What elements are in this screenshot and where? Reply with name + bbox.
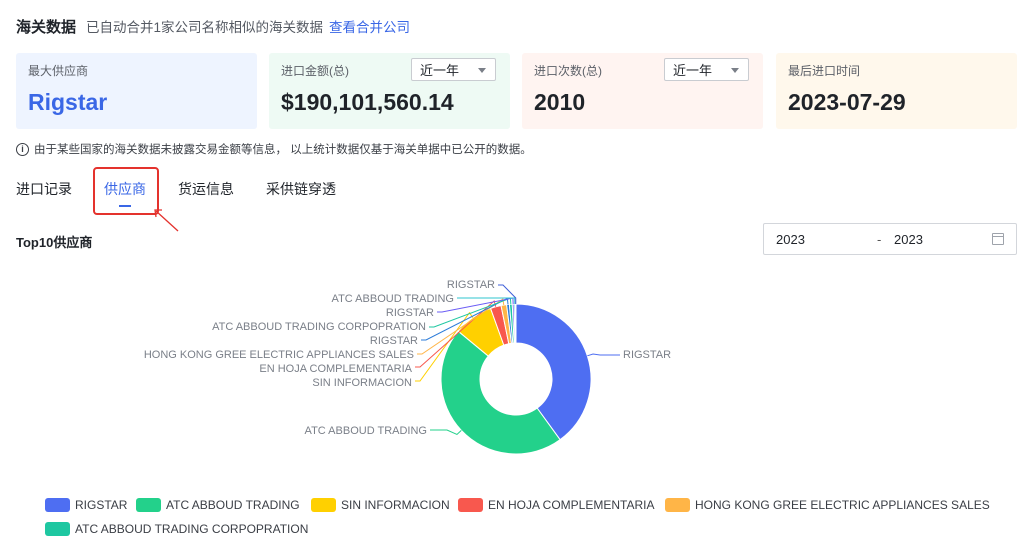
period-select[interactable]: 近一年 (411, 58, 496, 81)
date-range-start[interactable]: 2023 (776, 232, 805, 247)
slice-label: EN HOJA COMPLEMENTARIA (259, 363, 412, 375)
date-range-picker[interactable]: 2023 - 2023 (763, 223, 1017, 255)
tab-supply-chain[interactable]: 采供链穿透 (266, 179, 336, 199)
tab-import-records[interactable]: 进口记录 (16, 179, 72, 199)
stat-card-value: $190,101,560.14 (281, 89, 454, 115)
legend-label: EN HOJA COMPLEMENTARIA (488, 498, 655, 512)
legend-item[interactable]: ATC ABBOUD TRADING CORPOPRATION (45, 522, 308, 536)
stat-card-value: 2023-07-29 (788, 89, 906, 115)
slice-leader-line (587, 353, 620, 357)
stat-card-last-import-date: 最后进口时间 2023-07-29 (776, 53, 1017, 129)
caret-down-icon (478, 68, 486, 73)
legend-swatch (136, 498, 161, 512)
slice-label: ATC ABBOUD TRADING CORPOPRATION (212, 321, 426, 333)
notice-text: 由于某些国家的海关数据未披露交易金额等信息， 以上统计数据仅基于海关单据中已公开… (34, 144, 532, 156)
date-range-end[interactable]: 2023 (894, 232, 923, 247)
legend-swatch (311, 498, 336, 512)
slice-label: RIGSTAR (370, 335, 418, 347)
slice-label: ATC ABBOUD TRADING (332, 293, 454, 305)
merge-description: 已自动合并1家公司名称相似的海关数据 (86, 20, 324, 35)
stat-card-label: 最后进口时间 (788, 64, 861, 78)
caret-down-icon (731, 68, 739, 73)
annotation-arrow-icon (154, 209, 179, 232)
legend-label: HONG KONG GREE ELECTRIC APPLIANCES SALES (695, 498, 990, 512)
tab-bar: 进口记录 供应商 货运信息 采供链穿透 (0, 168, 400, 214)
date-range-separator: - (877, 232, 882, 247)
slice-label: SIN INFORMACION (312, 377, 412, 389)
tab-shipping-info[interactable]: 货运信息 (178, 179, 234, 199)
stat-card-top-supplier: 最大供应商 Rigstar (16, 53, 257, 129)
legend-item[interactable]: ATC ABBOUD TRADING (136, 498, 300, 512)
legend-swatch (665, 498, 690, 512)
calendar-icon[interactable] (992, 233, 1004, 245)
legend-item[interactable]: SIN INFORMACION (311, 498, 450, 512)
period-select-value: 近一年 (673, 63, 713, 78)
data-notice: i 由于某些国家的海关数据未披露交易金额等信息， 以上统计数据仅基于海关单据中已… (16, 141, 532, 157)
slice-label: RIGSTAR (623, 349, 671, 361)
stat-card-import-amount: 进口金额(总) 近一年 $190,101,560.14 (269, 53, 510, 129)
period-select-value: 近一年 (420, 63, 460, 78)
slice-label: ATC ABBOUD TRADING (305, 425, 427, 437)
stat-card-import-count: 进口次数(总) 近一年 2010 (522, 53, 763, 129)
legend-swatch (458, 498, 483, 512)
page-title: 海关数据 (16, 18, 77, 36)
legend-item[interactable]: HONG KONG GREE ELECTRIC APPLIANCES SALES (665, 498, 990, 512)
legend-label: SIN INFORMACION (341, 498, 450, 512)
legend-label: ATC ABBOUD TRADING (166, 498, 300, 512)
legend-swatch (45, 498, 70, 512)
stat-card-label: 最大供应商 (28, 64, 89, 78)
slice-leader-line (430, 429, 462, 436)
slice-label: RIGSTAR (386, 307, 434, 319)
section-header: 海关数据 已自动合并1家公司名称相似的海关数据 查看合并公司 (16, 14, 410, 38)
stat-card-value: 2010 (534, 89, 586, 115)
legend-swatch (45, 522, 70, 536)
stat-card-label: 进口金额(总) (281, 64, 349, 78)
slice-label: HONG KONG GREE ELECTRIC APPLIANCES SALES (144, 349, 414, 361)
legend-label: ATC ABBOUD TRADING CORPOPRATION (75, 522, 309, 536)
section-title: Top10供应商 (16, 235, 93, 250)
supplier-donut-chart: RIGSTAR ATC ABBOUD TRADING SIN INFORMACION… (144, 279, 671, 455)
stat-card-label: 进口次数(总) (534, 64, 602, 78)
stat-card-value: Rigstar (28, 89, 108, 115)
info-icon: i (16, 142, 29, 156)
legend-item[interactable]: EN HOJA COMPLEMENTARIA (458, 498, 654, 512)
legend-label: RIGSTAR (75, 498, 128, 512)
legend-item[interactable]: RIGSTAR (45, 498, 127, 512)
slice-label: RIGSTAR (447, 279, 495, 291)
period-select[interactable]: 近一年 (664, 58, 749, 81)
view-merged-companies-link[interactable]: 查看合并公司 (329, 16, 410, 36)
